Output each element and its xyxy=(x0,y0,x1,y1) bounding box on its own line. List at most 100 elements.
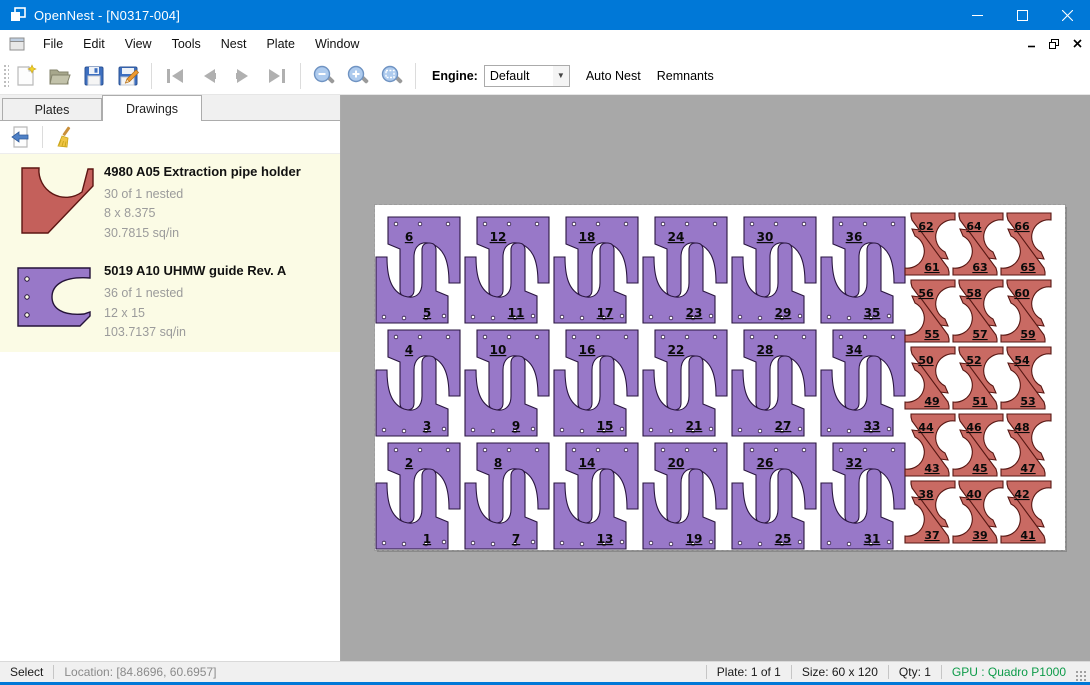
zoom-out-button[interactable] xyxy=(307,60,341,92)
drawing-thumbnail-red xyxy=(8,162,100,243)
maximize-button[interactable] xyxy=(1000,0,1045,30)
menu-plate[interactable]: Plate xyxy=(256,33,305,55)
nested-part-pair-purple[interactable]: 2423 xyxy=(643,217,727,323)
nested-part-pair-red[interactable]: 4241 xyxy=(1001,481,1051,543)
close-button[interactable] xyxy=(1045,0,1090,30)
nested-part-pair-red[interactable]: 4039 xyxy=(953,481,1003,543)
nested-part-pair-red[interactable]: 5655 xyxy=(905,280,955,342)
toolbar-grip[interactable] xyxy=(2,63,9,89)
svg-text:5: 5 xyxy=(423,306,431,320)
last-plate-button[interactable] xyxy=(260,60,294,92)
return-part-button[interactable] xyxy=(6,123,36,151)
nested-part-pair-purple[interactable]: 1817 xyxy=(554,217,638,323)
menu-edit[interactable]: Edit xyxy=(73,33,115,55)
remnants-button[interactable]: Remnants xyxy=(649,63,722,89)
nested-part-pair-red[interactable]: 6261 xyxy=(905,213,955,275)
drawing-size: 8 x 8.375 xyxy=(104,204,334,223)
svg-text:29: 29 xyxy=(775,306,792,320)
nested-part-pair-purple[interactable]: 1211 xyxy=(465,217,549,323)
nested-part-pair-purple[interactable]: 30 29 xyxy=(732,217,816,323)
drawing-item-5019[interactable]: 5019 A10 UHMW guide Rev. A 36 of 1 neste… xyxy=(0,253,340,352)
previous-plate-button[interactable] xyxy=(192,60,226,92)
drawing-item-4980[interactable]: 4980 A05 Extraction pipe holder 30 of 1 … xyxy=(0,154,340,253)
svg-text:11: 11 xyxy=(508,306,525,320)
svg-text:38: 38 xyxy=(918,488,933,501)
menu-file[interactable]: File xyxy=(33,33,73,55)
nested-part-pair-red[interactable]: 6665 xyxy=(1001,213,1051,275)
svg-text:27: 27 xyxy=(775,419,792,433)
nested-part-pair-purple[interactable]: 2019 xyxy=(643,443,727,549)
svg-text:43: 43 xyxy=(924,462,939,475)
svg-text:7: 7 xyxy=(512,532,520,546)
nested-part-pair-red[interactable]: 5049 xyxy=(905,347,955,409)
status-size: Size: 60 x 120 xyxy=(799,665,881,679)
menu-window[interactable]: Window xyxy=(305,33,369,55)
nested-part-pair-red[interactable]: 6059 xyxy=(1001,280,1051,342)
engine-label: Engine: xyxy=(432,69,478,83)
nested-part-pair-purple[interactable]: 109 xyxy=(465,330,549,436)
nested-part-pair-purple[interactable]: 21 xyxy=(376,443,460,549)
main-toolbar: Engine: Default ▼ Auto Nest Remnants xyxy=(0,57,1090,95)
save-button[interactable] xyxy=(77,60,111,92)
new-button[interactable] xyxy=(9,60,43,92)
nested-part-pair-purple[interactable]: 43 xyxy=(376,330,460,436)
plate[interactable]: 6543211211109871817161514132423222120193… xyxy=(375,205,1065,550)
nested-part-pair-red[interactable]: 38 37 xyxy=(905,481,955,543)
menu-tools[interactable]: Tools xyxy=(162,33,211,55)
menu-view[interactable]: View xyxy=(115,33,162,55)
tab-plates[interactable]: Plates xyxy=(2,98,102,121)
mdi-close-button[interactable] xyxy=(1067,35,1087,53)
drawing-area: 103.7137 sq/in xyxy=(104,323,334,342)
nested-parts-layout: 6543211211109871817161514132423222120193… xyxy=(375,205,1065,550)
open-button[interactable] xyxy=(43,60,77,92)
svg-text:30: 30 xyxy=(757,230,774,244)
nested-part-pair-purple[interactable]: 1413 xyxy=(554,443,638,549)
mdi-restore-button[interactable] xyxy=(1044,35,1064,53)
svg-text:28: 28 xyxy=(757,343,774,357)
nested-part-pair-purple[interactable]: 28 27 xyxy=(732,330,816,436)
nested-part-pair-red[interactable]: 6463 xyxy=(953,213,1003,275)
tab-drawings[interactable]: Drawings xyxy=(102,95,202,121)
nested-part-pair-purple[interactable]: 2625 xyxy=(732,443,816,549)
nested-part-pair-purple[interactable]: 65 xyxy=(376,217,460,323)
next-plate-button[interactable] xyxy=(226,60,260,92)
svg-text:36: 36 xyxy=(846,230,863,244)
svg-text:51: 51 xyxy=(972,395,987,408)
nested-part-pair-purple[interactable]: 3433 xyxy=(821,330,905,436)
svg-text:37: 37 xyxy=(924,529,939,542)
nested-part-pair-red[interactable]: 52 51 xyxy=(953,347,1003,409)
save-as-button[interactable] xyxy=(111,60,145,92)
menu-nest[interactable]: Nest xyxy=(211,33,257,55)
nested-part-pair-red[interactable]: 4645 xyxy=(953,414,1003,476)
chevron-down-icon[interactable]: ▼ xyxy=(553,66,569,86)
zoom-fit-button[interactable] xyxy=(375,60,409,92)
first-plate-button[interactable] xyxy=(158,60,192,92)
app-icon xyxy=(10,7,26,23)
mdi-minimize-button[interactable] xyxy=(1021,35,1041,53)
side-tabs: Plates Drawings xyxy=(0,95,340,121)
resize-grip[interactable] xyxy=(1075,670,1087,682)
svg-text:33: 33 xyxy=(864,419,881,433)
zoom-in-button[interactable] xyxy=(341,60,375,92)
nested-part-pair-purple[interactable]: 87 xyxy=(465,443,549,549)
svg-text:54: 54 xyxy=(1014,354,1030,367)
clear-nest-button[interactable] xyxy=(49,123,79,151)
window-title: OpenNest - [N0317-004] xyxy=(34,8,180,23)
status-mode: Select xyxy=(0,665,46,679)
nested-part-pair-purple[interactable]: 2221 xyxy=(643,330,727,436)
nest-canvas[interactable]: 6543211211109871817161514132423222120193… xyxy=(341,95,1090,661)
zoom-fit-icon xyxy=(380,64,404,88)
minimize-button[interactable] xyxy=(955,0,1000,30)
nested-part-pair-red[interactable]: 4443 xyxy=(905,414,955,476)
save-as-icon xyxy=(116,64,140,88)
close-icon xyxy=(1062,10,1073,21)
svg-text:52: 52 xyxy=(966,354,981,367)
nested-part-pair-purple[interactable]: 1615 xyxy=(554,330,638,436)
nested-part-pair-purple[interactable]: 3231 xyxy=(821,443,905,549)
auto-nest-button[interactable]: Auto Nest xyxy=(578,63,649,89)
nested-part-pair-red[interactable]: 4847 xyxy=(1001,414,1051,476)
nested-part-pair-purple[interactable]: 3635 xyxy=(821,217,905,323)
nested-part-pair-red[interactable]: 5453 xyxy=(1001,347,1051,409)
engine-combobox[interactable]: Default ▼ xyxy=(484,65,570,87)
nested-part-pair-red[interactable]: 5857 xyxy=(953,280,1003,342)
